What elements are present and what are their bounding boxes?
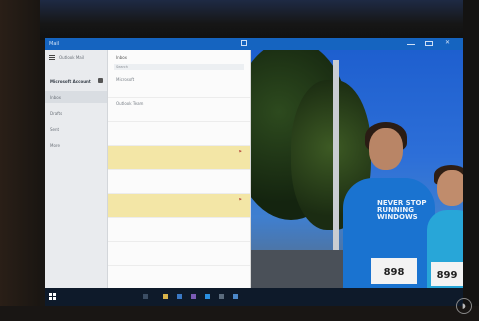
tablet-bezel-bottom — [0, 306, 479, 321]
screen: Mail ✕ Outlook Mail Microsoft Account In… — [45, 38, 463, 306]
message-sender: Microsoft — [116, 77, 135, 82]
taskbar — [45, 288, 463, 306]
message-item[interactable] — [108, 122, 250, 146]
app-taskbar-icon[interactable] — [233, 294, 238, 299]
folder-pane-header: Outlook Mail — [59, 55, 84, 60]
tablet-bezel-left — [0, 0, 40, 321]
flag-icon[interactable]: ⚑ — [238, 197, 242, 202]
flag-icon[interactable]: ⚑ — [238, 149, 242, 154]
message-sender: Outlook Team — [116, 101, 144, 106]
message-list-pane: Inbox Search Microsoft Outlook Team ⚑ ⚑ — [108, 50, 251, 288]
folder-item[interactable]: Sent — [50, 127, 59, 132]
maximize-icon[interactable] — [425, 41, 433, 46]
browser-icon[interactable] — [177, 294, 182, 299]
folder-pane: Outlook Mail Microsoft Account Inbox Dra… — [45, 50, 108, 296]
lamp-pole — [333, 60, 339, 280]
hamburger-menu-icon[interactable] — [49, 55, 55, 60]
title-bar: Mail ✕ — [45, 38, 463, 50]
app-taskbar-icon[interactable] — [219, 294, 224, 299]
message-item[interactable] — [108, 242, 250, 266]
folder-item[interactable]: Drafts — [50, 111, 62, 116]
close-icon[interactable]: ✕ — [445, 39, 453, 46]
folder-item[interactable]: More — [50, 143, 60, 148]
folder-item[interactable]: Inbox — [50, 95, 61, 100]
tablet-bezel-right — [463, 0, 479, 321]
message-list-header: Inbox Search — [108, 50, 250, 72]
minimize-icon[interactable] — [407, 41, 415, 45]
race-bib-left: 898 — [371, 258, 417, 284]
message-item[interactable]: Microsoft — [108, 74, 250, 98]
tablet-bezel-top — [0, 0, 479, 40]
message-item[interactable]: ⚑ — [108, 146, 250, 170]
shirt-text: NEVER STOP RUNNING WINDOWS — [377, 199, 427, 221]
background-photo: NEVER STOP RUNNING WINDOWS 898 899 — [251, 50, 463, 288]
start-icon[interactable] — [49, 293, 57, 301]
boy-face — [437, 170, 463, 206]
account-name[interactable]: Microsoft Account — [50, 79, 91, 84]
task-view-icon[interactable] — [143, 294, 148, 299]
message-item[interactable] — [108, 218, 250, 242]
message-item[interactable] — [108, 266, 250, 288]
message-list-title: Inbox — [116, 55, 127, 60]
title-bar-icon[interactable] — [241, 40, 247, 46]
man-face — [369, 128, 403, 170]
watermark-logo: ◗ — [456, 298, 472, 314]
message-item[interactable]: ⚑ — [108, 194, 250, 218]
message-item[interactable] — [108, 170, 250, 194]
account-icon[interactable] — [98, 78, 103, 83]
search-input[interactable]: Search — [114, 64, 244, 70]
race-bib-right: 899 — [431, 262, 463, 286]
file-explorer-icon[interactable] — [163, 294, 168, 299]
message-item[interactable]: Outlook Team — [108, 98, 250, 122]
store-icon[interactable] — [191, 294, 196, 299]
window-title: Mail — [49, 41, 60, 47]
mail-taskbar-icon[interactable] — [205, 294, 210, 299]
